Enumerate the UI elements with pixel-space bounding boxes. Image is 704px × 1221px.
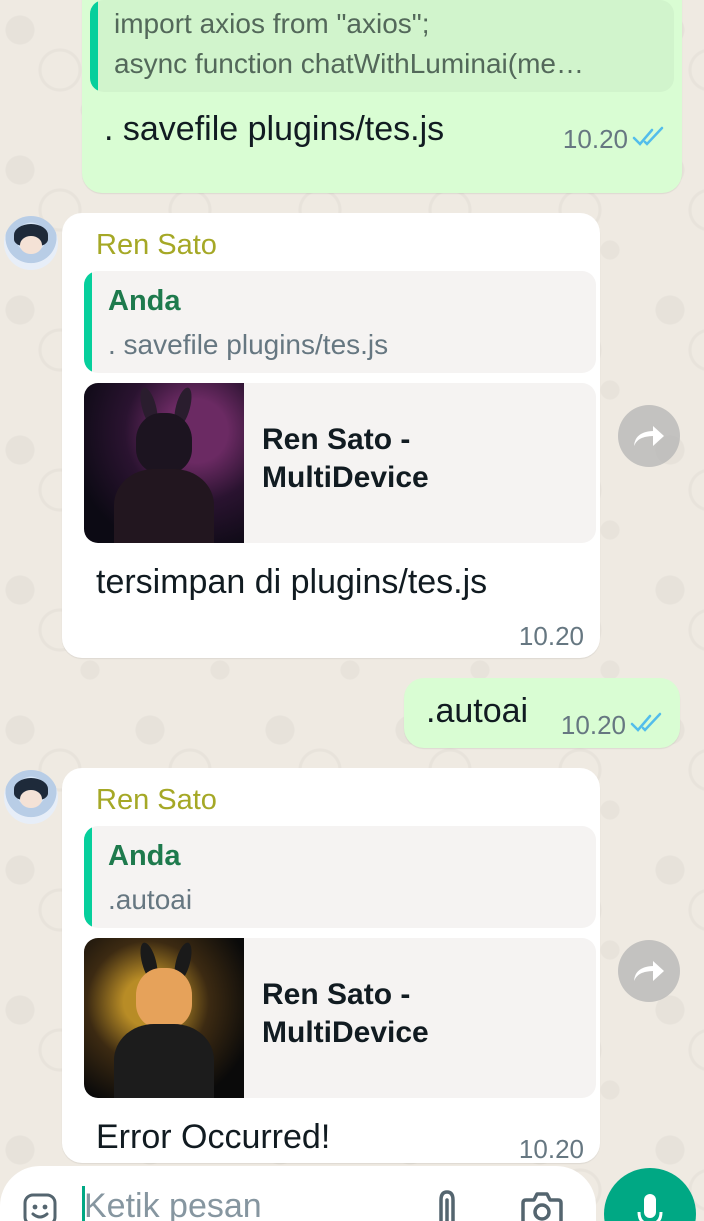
quoted-message[interactable]: Anda . savefile plugins/tes.js (84, 271, 596, 373)
double-check-read-icon (632, 126, 664, 146)
quote-bar (84, 826, 92, 928)
outgoing-message[interactable]: .autoai 10.20 (404, 678, 680, 748)
emoji-icon[interactable] (22, 1192, 58, 1221)
avatar-face (20, 236, 42, 254)
preview-thumbnail (84, 383, 244, 543)
quoted-code-block[interactable]: import axios from "axios"; async functio… (90, 0, 674, 92)
camera-icon[interactable] (520, 1188, 564, 1221)
quoted-line: async function chatWithLuminai(me… (114, 48, 584, 79)
avatar[interactable] (4, 216, 58, 270)
link-preview[interactable]: Ren Sato - MultiDevice (84, 938, 596, 1098)
thumb-shape (114, 469, 214, 543)
message-text: tersimpan di plugins/tes.js (96, 563, 488, 601)
incoming-message[interactable]: Ren Sato Anda .autoai Ren Sato - MultiDe… (62, 768, 600, 1164)
message-time: 10.20 (518, 1134, 584, 1164)
message-text: .autoai (426, 692, 529, 730)
forward-button[interactable] (618, 405, 680, 467)
quoted-text: . savefile plugins/tes.js (108, 329, 389, 360)
thumb-shape (136, 968, 192, 1028)
message-text: Error Occurred! (96, 1118, 331, 1156)
forward-icon (634, 426, 664, 446)
incoming-message[interactable]: Ren Sato Anda . savefile plugins/tes.js … (62, 213, 600, 658)
avatar[interactable] (4, 770, 58, 824)
attach-icon[interactable] (432, 1188, 462, 1221)
preview-thumbnail (84, 938, 244, 1098)
sender-name[interactable]: Ren Sato (96, 229, 217, 262)
avatar-face (20, 790, 42, 808)
preview-title: Ren Sato - MultiDevice (262, 978, 429, 1049)
thumb-shape (114, 1024, 214, 1098)
message-time: 10.20 (518, 621, 584, 651)
message-text: . savefile plugins/tes.js (104, 110, 445, 148)
forward-button[interactable] (618, 940, 680, 1002)
message-input[interactable] (84, 1184, 404, 1221)
mic-icon (637, 1194, 663, 1221)
double-check-read-icon (630, 712, 662, 732)
sender-name[interactable]: Ren Sato (96, 784, 217, 817)
message-composer[interactable] (0, 1166, 596, 1221)
link-preview[interactable]: Ren Sato - MultiDevice (84, 383, 596, 543)
quoted-sender: Anda (108, 285, 181, 317)
message-time: 10.20 (562, 124, 628, 154)
quoted-message[interactable]: Anda .autoai (84, 826, 596, 928)
quote-bar (90, 0, 98, 92)
preview-title: Ren Sato - MultiDevice (262, 423, 429, 494)
forward-icon (634, 961, 664, 981)
quoted-sender: Anda (108, 840, 181, 872)
thumb-shape (136, 413, 192, 473)
quoted-line: import axios from "axios"; (114, 8, 430, 39)
quote-bar (84, 271, 92, 373)
quoted-text: .autoai (108, 884, 193, 915)
outgoing-message[interactable]: import axios from "axios"; async functio… (82, 0, 682, 193)
message-time: 10.20 (560, 710, 626, 740)
